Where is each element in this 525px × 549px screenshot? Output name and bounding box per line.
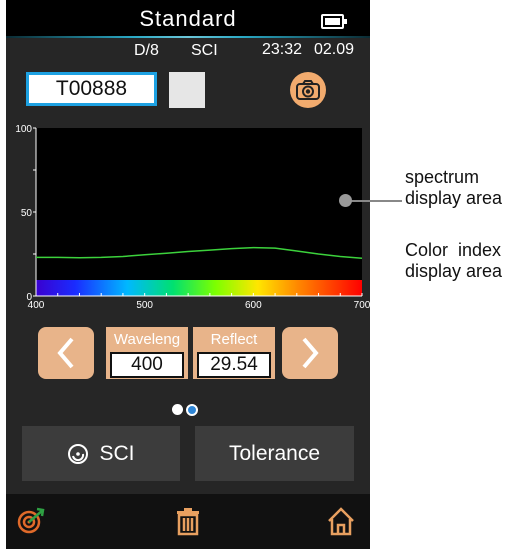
color-annotation-line2: display area xyxy=(405,261,503,281)
prev-wavelength-button[interactable] xyxy=(38,327,94,379)
y-tick-label: 0 xyxy=(26,292,32,303)
spectrum-annotation-line2: display area xyxy=(405,188,503,208)
wavelength-label: Waveleng xyxy=(113,331,181,348)
reflect-field: Reflect 29.54 xyxy=(193,327,275,379)
y-tick-label: 100 xyxy=(15,124,32,135)
device-screen: Standard D/8 SCI 23:32 02.09 T00888 400 … xyxy=(6,0,370,549)
y-tick-label: 50 xyxy=(21,208,33,219)
page-dot-1[interactable] xyxy=(172,404,183,415)
clock-time: 23:32 xyxy=(262,41,303,58)
bottom-nav xyxy=(6,494,370,549)
color-index-annotation: Color index display area xyxy=(405,240,502,282)
battery-fill xyxy=(325,18,340,25)
reflect-value: 29.54 xyxy=(197,352,271,378)
status-bar: D/8 SCI 23:32 02.09 xyxy=(6,38,370,62)
chevron-right-icon xyxy=(302,337,319,369)
spectrum-annotation: spectrum display area xyxy=(405,167,502,209)
sci-button-label: SCI xyxy=(99,441,135,465)
next-wavelength-button[interactable] xyxy=(282,327,338,379)
tolerance-button[interactable]: Tolerance xyxy=(195,426,354,481)
sample-id-box[interactable]: T00888 xyxy=(26,72,157,106)
spectrum-annotation-line1: spectrum xyxy=(405,167,480,187)
chevron-left-icon xyxy=(57,337,74,369)
geometry-mode: D/8 xyxy=(134,42,159,59)
annotation-pointer-dot xyxy=(339,194,352,207)
page-indicator[interactable] xyxy=(172,404,212,416)
home-icon[interactable] xyxy=(326,506,356,536)
annotation-pointer-line xyxy=(350,200,402,202)
camera-button[interactable] xyxy=(290,72,326,108)
camera-icon xyxy=(296,80,320,100)
top-bar: Standard xyxy=(6,0,370,36)
battery-icon xyxy=(321,14,347,29)
sci-mode-icon xyxy=(68,443,89,464)
wavelength-value: 400 xyxy=(110,352,184,378)
clock-date: 02.09 xyxy=(314,41,355,58)
tolerance-button-label: Tolerance xyxy=(228,441,321,465)
page-dot-2-active[interactable] xyxy=(186,404,198,416)
trash-icon[interactable] xyxy=(173,506,203,536)
reflect-label: Reflect xyxy=(210,331,258,348)
wavelength-field: Waveleng 400 xyxy=(106,327,188,379)
sci-button[interactable]: SCI xyxy=(22,426,180,481)
color-annotation-line1: Color index xyxy=(405,240,502,260)
plot-area xyxy=(36,128,362,296)
spectrum-gradient-bar xyxy=(36,280,362,296)
battery-nub xyxy=(344,19,347,24)
measure-mode: SCI xyxy=(191,42,218,59)
spectrum-chart: 400 500 600 700050100 xyxy=(15,124,370,311)
color-swatch xyxy=(169,72,205,108)
x-tick-label: 600 xyxy=(245,300,262,311)
screen-title: Standard xyxy=(139,6,237,31)
x-tick-label: 700 xyxy=(354,300,370,311)
target-icon[interactable] xyxy=(16,506,46,536)
x-tick-label: 500 xyxy=(136,300,153,311)
